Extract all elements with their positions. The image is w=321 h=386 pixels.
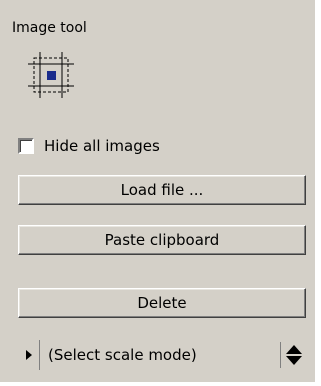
- up-down-spinner-icon[interactable]: [280, 342, 306, 368]
- hide-images-checkbox[interactable]: [18, 138, 34, 154]
- panel-edge-right: [315, 0, 321, 386]
- load-file-button[interactable]: Load file ...: [18, 175, 306, 205]
- image-tool-panel: Image tool Hide all images Load file ...…: [0, 0, 321, 386]
- play-arrow-icon[interactable]: [18, 340, 40, 370]
- scale-mode-selector[interactable]: (Select scale mode): [18, 340, 306, 370]
- delete-button[interactable]: Delete: [18, 288, 306, 318]
- hide-images-checkbox-row[interactable]: Hide all images: [18, 136, 160, 156]
- panel-title: Image tool: [12, 20, 87, 36]
- paste-clipboard-button[interactable]: Paste clipboard: [18, 225, 306, 255]
- panel-edge-bottom: [0, 382, 321, 386]
- hide-images-label[interactable]: Hide all images: [44, 137, 160, 155]
- scale-mode-label[interactable]: (Select scale mode): [48, 340, 197, 370]
- image-frame-icon: [26, 50, 76, 100]
